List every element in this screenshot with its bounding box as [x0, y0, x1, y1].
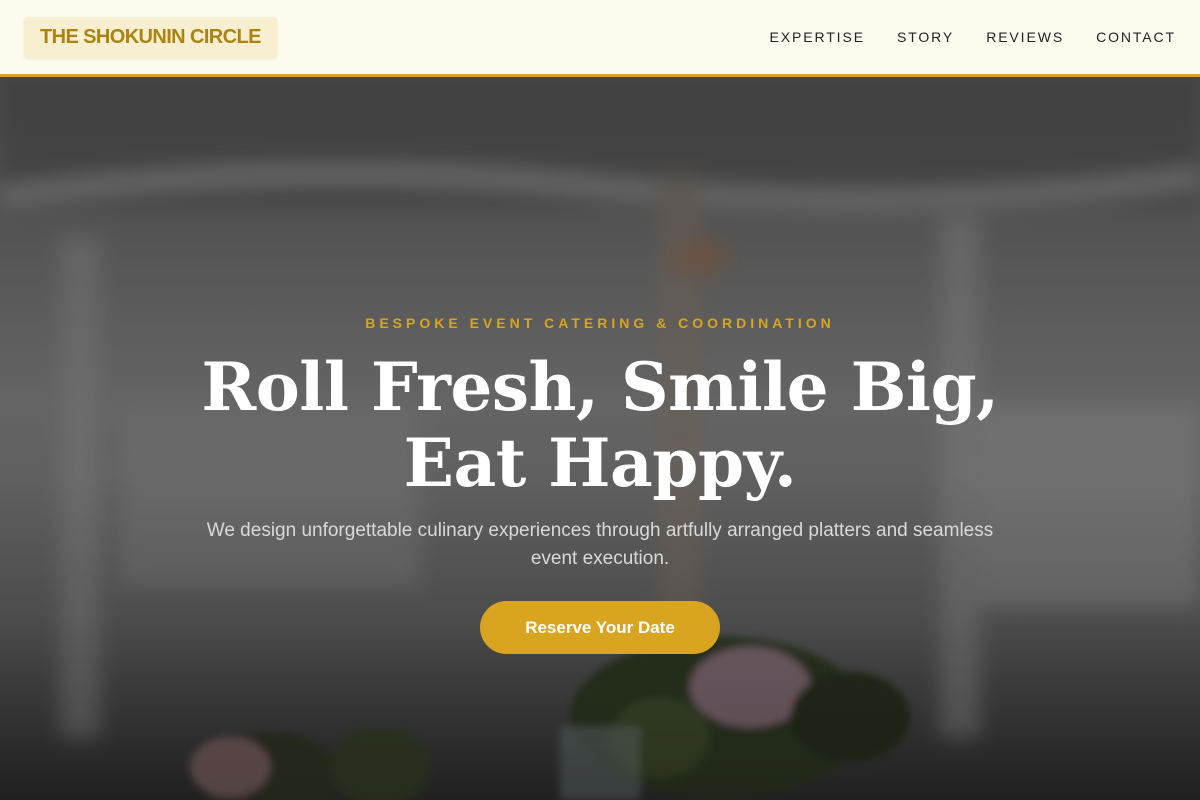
hero-headline: Roll Fresh, Smile Big, Eat Happy.	[201, 348, 999, 502]
nav-item-contact[interactable]: CONTACT	[1096, 29, 1176, 45]
hero-section: BESPOKE EVENT CATERING & COORDINATION Ro…	[0, 77, 1200, 800]
hero-eyebrow: BESPOKE EVENT CATERING & COORDINATION	[365, 315, 835, 331]
nav-item-reviews[interactable]: REVIEWS	[986, 29, 1064, 45]
brand-logo[interactable]: THE SHOKUNIN CIRCLE	[24, 16, 277, 58]
main-nav: EXPERTISE STORY REVIEWS CONTACT	[770, 29, 1176, 45]
reserve-date-button[interactable]: Reserve Your Date	[480, 601, 720, 654]
site-header: THE SHOKUNIN CIRCLE EXPERTISE STORY REVI…	[0, 0, 1200, 77]
nav-item-story[interactable]: STORY	[897, 29, 954, 45]
hero-subtext: We design unforgettable culinary experie…	[206, 520, 994, 569]
hero-content: BESPOKE EVENT CATERING & COORDINATION Ro…	[0, 77, 1200, 800]
nav-item-expertise[interactable]: EXPERTISE	[770, 29, 865, 45]
